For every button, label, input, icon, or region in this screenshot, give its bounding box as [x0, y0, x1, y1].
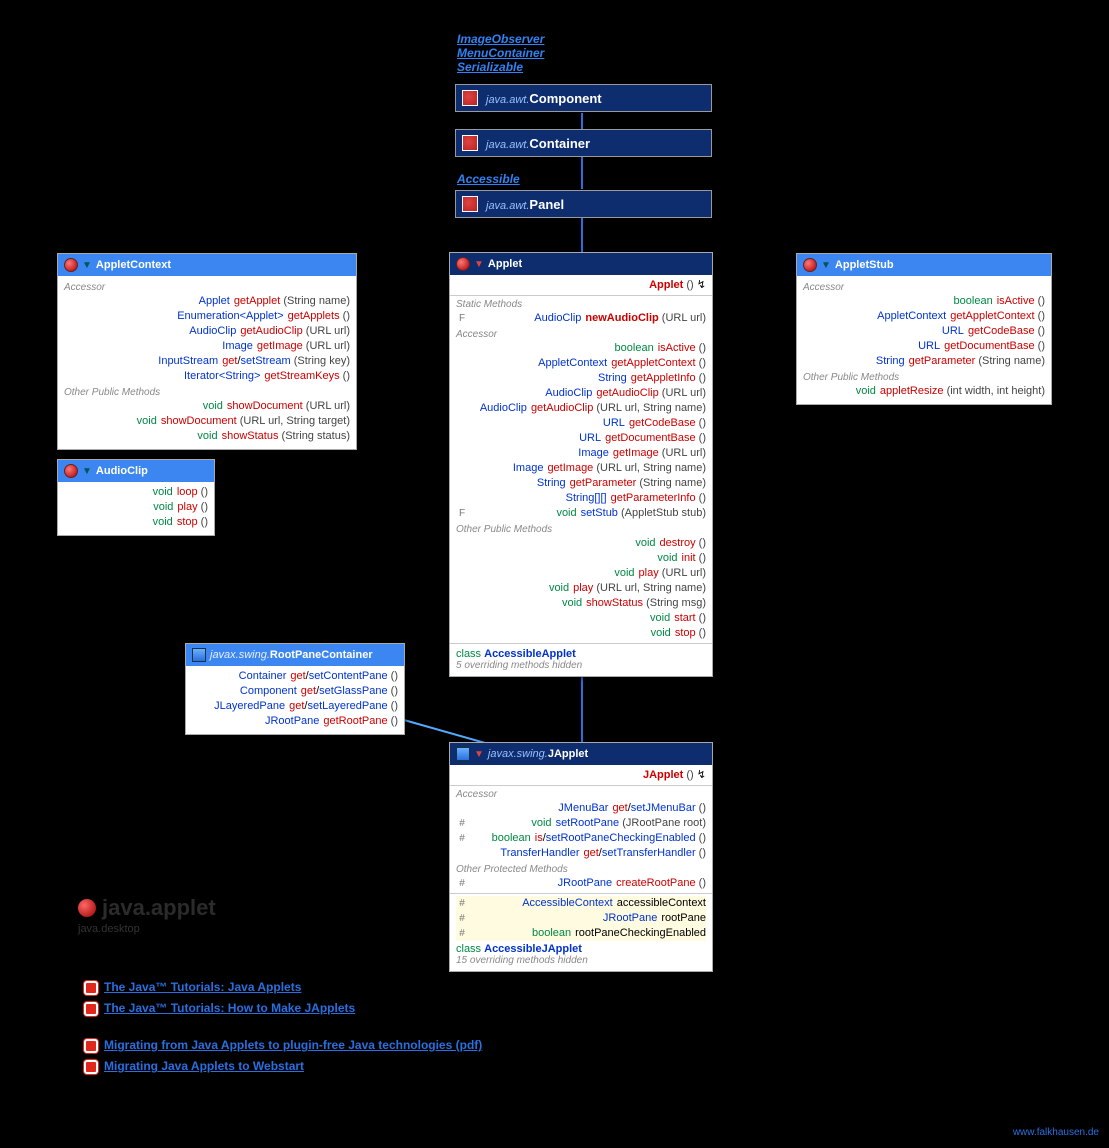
- links-block: The Java™ Tutorials: Java Applets The Ja…: [84, 980, 482, 1080]
- method-row: JRootPanegetRootPane (): [192, 714, 398, 729]
- method-row: StringgetAppletInfo (): [456, 371, 706, 386]
- class-applet: ▼Applet Applet () ↯ Static Methods FAudi…: [449, 252, 713, 677]
- oracle-icon: [84, 981, 98, 995]
- oracle-icon: [84, 1002, 98, 1016]
- method-row: Enumeration<Applet>getApplets (): [64, 309, 350, 324]
- method-row: JLayeredPaneget/setLayeredPane (): [192, 699, 398, 714]
- method-row: JMenuBarget/setJMenuBar (): [456, 801, 706, 816]
- method-row: String[][]getParameterInfo (): [456, 491, 706, 506]
- ball-icon: [64, 464, 78, 478]
- method-row: TransferHandlerget/setTransferHandler (): [456, 846, 706, 861]
- method-row: booleanisActive (): [456, 341, 706, 356]
- package-title: java.applet java.desktop: [78, 895, 216, 935]
- ball-icon: [78, 899, 96, 917]
- method-row: Containerget/setContentPane (): [192, 669, 398, 684]
- method-row: voidstart (): [456, 611, 706, 626]
- class-icon: [462, 196, 478, 212]
- method-row: voidshowDocument (URL url): [64, 399, 350, 414]
- method-row: URLgetCodeBase (): [803, 324, 1045, 339]
- method-row: voidloop (): [64, 485, 208, 500]
- method-row: voidplay (URL url, String name): [456, 581, 706, 596]
- method-row: AppletContextgetAppletContext (): [456, 356, 706, 371]
- method-row: ImagegetImage (URL url): [456, 446, 706, 461]
- link-migrate-pluginfree[interactable]: Migrating from Java Applets to plugin-fr…: [104, 1038, 482, 1052]
- method-row: URLgetDocumentBase (): [803, 339, 1045, 354]
- method-row: Componentget/setGlassPane (): [192, 684, 398, 699]
- method-row: AppletgetApplet (String name): [64, 294, 350, 309]
- method-row: URLgetCodeBase (): [456, 416, 706, 431]
- interface-icon: [192, 648, 206, 662]
- method-row: AppletContextgetAppletContext (): [803, 309, 1045, 324]
- method-row: booleanisActive (): [803, 294, 1045, 309]
- constructor-row: JApplet () ↯: [456, 768, 706, 783]
- method-row: voidshowDocument (URL url, String target…: [64, 414, 350, 429]
- field-row: #booleanrootPaneCheckingEnabled: [456, 926, 706, 941]
- method-row: voidplay (URL url): [456, 566, 706, 581]
- method-row: voidstop (): [64, 515, 208, 530]
- class-panel[interactable]: java.awt.Panel: [455, 190, 712, 218]
- method-row: voidshowStatus (String status): [64, 429, 350, 444]
- class-japplet: ▼javax.swing.JApplet JApplet () ↯ Access…: [449, 742, 713, 972]
- oracle-icon: [84, 1060, 98, 1074]
- method-row: voidshowStatus (String msg): [456, 596, 706, 611]
- oracle-icon: [84, 1039, 98, 1053]
- method-row: Iterator<String>getStreamKeys (): [64, 369, 350, 384]
- method-row: voidinit (): [456, 551, 706, 566]
- class-component[interactable]: java.awt.Component: [455, 84, 712, 112]
- watermark: www.falkhausen.de: [1013, 1127, 1099, 1138]
- method-row: voidplay (): [64, 500, 208, 515]
- link-migrate-webstart[interactable]: Migrating Java Applets to Webstart: [104, 1059, 304, 1073]
- method-row: AudioClipgetAudioClip (URL url): [64, 324, 350, 339]
- accessible-iface: Accessible: [457, 172, 520, 186]
- method-row: voidappletResize (int width, int height): [803, 384, 1045, 399]
- method-row: ImagegetImage (URL url, String name): [456, 461, 706, 476]
- link-tutorial-applets[interactable]: The Java™ Tutorials: Java Applets: [104, 980, 301, 994]
- class-container[interactable]: java.awt.Container: [455, 129, 712, 157]
- ball-icon: [803, 258, 817, 272]
- class-icon: [462, 90, 478, 106]
- method-row: ImagegetImage (URL url): [64, 339, 350, 354]
- class-icon: [456, 747, 470, 761]
- ball-icon: [456, 257, 470, 271]
- method-row: #voidsetRootPane (JRootPane root): [456, 816, 706, 831]
- method-row: AudioClipgetAudioClip (URL url, String n…: [456, 401, 706, 416]
- method-row: FAudioClipnewAudioClip (URL url): [456, 311, 706, 326]
- method-row: AudioClipgetAudioClip (URL url): [456, 386, 706, 401]
- link-tutorial-japplets[interactable]: The Java™ Tutorials: How to Make JApplet…: [104, 1001, 355, 1015]
- method-row: StringgetParameter (String name): [456, 476, 706, 491]
- class-icon: [462, 135, 478, 151]
- field-row: #AccessibleContextaccessibleContext: [456, 896, 706, 911]
- iface-appletcontext: ▼AppletContext Accessor AppletgetApplet …: [57, 253, 357, 450]
- method-row: URLgetDocumentBase (): [456, 431, 706, 446]
- method-row: #JRootPanecreateRootPane (): [456, 876, 706, 891]
- iface-audioclip: ▼AudioClip voidloop () voidplay () voids…: [57, 459, 215, 536]
- interfaces-top: ImageObserver MenuContainer Serializable: [457, 32, 544, 74]
- iface-rootpanecontainer: javax.swing.RootPaneContainer Containerg…: [185, 643, 405, 735]
- ball-icon: [64, 258, 78, 272]
- method-row: #booleanis/setRootPaneCheckingEnabled (): [456, 831, 706, 846]
- field-row: #JRootPanerootPane: [456, 911, 706, 926]
- constructor-row: Applet () ↯: [456, 278, 706, 293]
- iface-appletstub: ▼AppletStub Accessor booleanisActive () …: [796, 253, 1052, 405]
- method-row: StringgetParameter (String name): [803, 354, 1045, 369]
- method-row: voiddestroy (): [456, 536, 706, 551]
- method-row: InputStreamget/setStream (String key): [64, 354, 350, 369]
- method-row: FvoidsetStub (AppletStub stub): [456, 506, 706, 521]
- method-row: voidstop (): [456, 626, 706, 641]
